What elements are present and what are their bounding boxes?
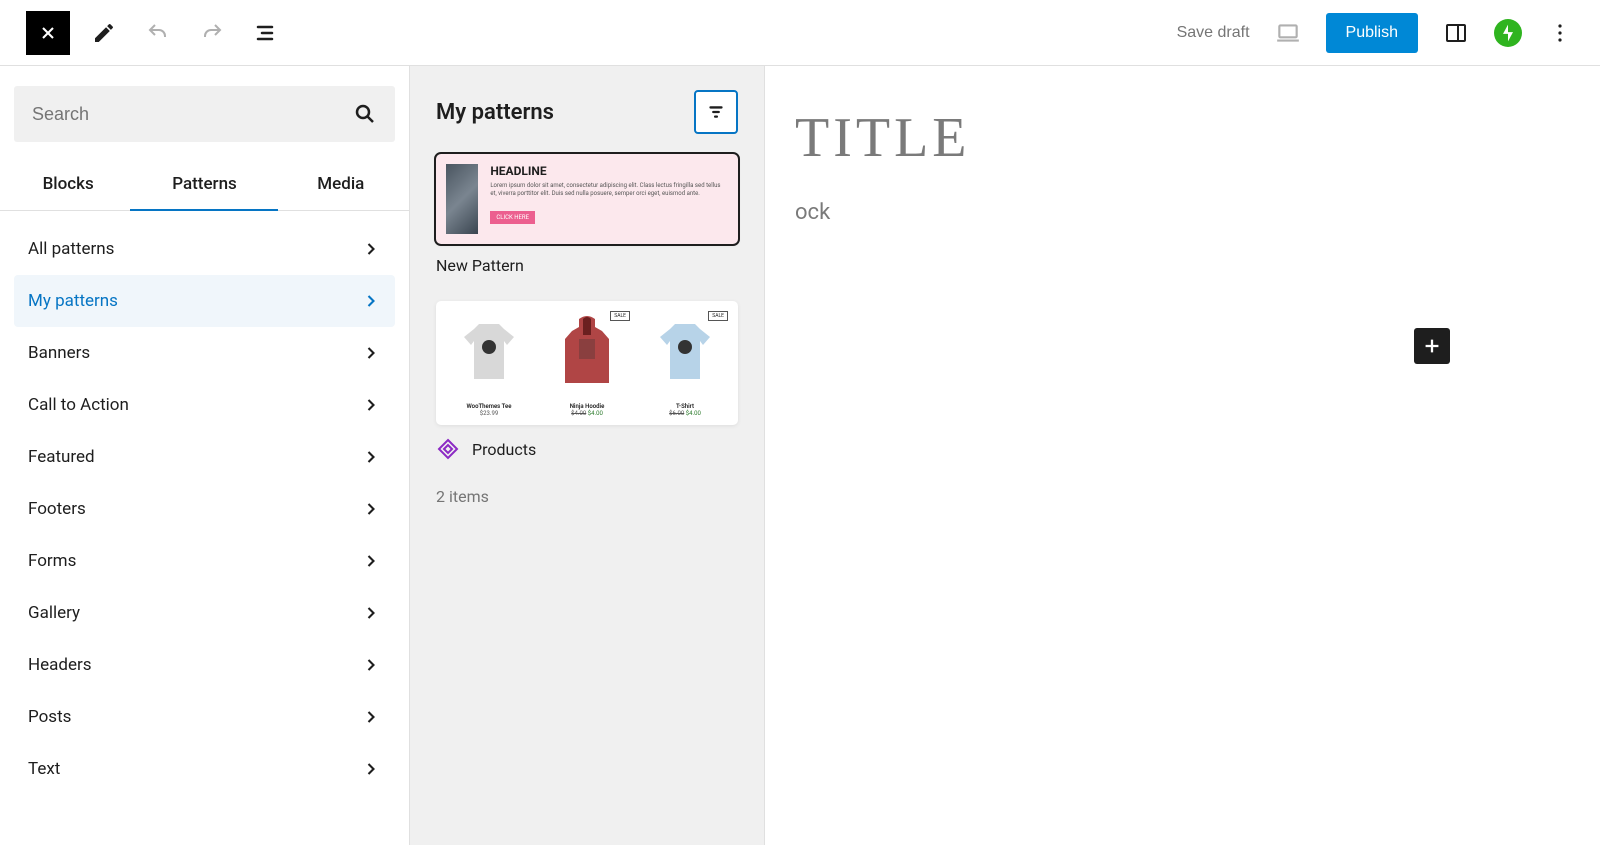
chevron-right-icon (361, 343, 381, 363)
product-item: WooThemes Tee$23.99 (444, 309, 534, 417)
chevron-right-icon (361, 707, 381, 727)
save-draft-button[interactable]: Save draft (1177, 24, 1250, 42)
panel-title: My patterns (436, 100, 554, 125)
block-placeholder-fragment[interactable]: ock (795, 200, 1570, 225)
undo-button[interactable] (138, 13, 178, 53)
chevron-right-icon (361, 291, 381, 311)
top-toolbar: Save draft Publish (0, 0, 1600, 66)
synced-icon (436, 437, 460, 461)
category-item[interactable]: Headers (14, 639, 395, 691)
post-title-placeholder[interactable]: TITLE (795, 106, 1570, 170)
tab-patterns[interactable]: Patterns (136, 162, 272, 210)
preview-body: Lorem ipsum dolor sit amet, consectetur … (490, 182, 728, 198)
preview-image (446, 164, 478, 234)
search-input[interactable] (32, 104, 353, 125)
kebab-icon (1548, 21, 1572, 45)
category-item[interactable]: Footers (14, 483, 395, 535)
settings-panel-button[interactable] (1436, 13, 1476, 53)
item-count: 2 items (436, 487, 738, 506)
chevron-right-icon (361, 603, 381, 623)
editor-canvas[interactable]: TITLE ock (765, 66, 1600, 845)
inserter-sidebar: Blocks Patterns Media All patternsMy pat… (0, 66, 410, 845)
close-icon (38, 23, 58, 43)
category-item[interactable]: Posts (14, 691, 395, 743)
preview-button[interactable] (1268, 13, 1308, 53)
close-button[interactable] (26, 11, 70, 55)
main-area: Blocks Patterns Media All patternsMy pat… (0, 66, 1600, 845)
filter-icon (705, 101, 727, 123)
chevron-right-icon (361, 447, 381, 467)
category-item[interactable]: Featured (14, 431, 395, 483)
category-item[interactable]: My patterns (14, 275, 395, 327)
pencil-icon (92, 21, 116, 45)
search-box[interactable] (14, 86, 395, 142)
pattern-card-new-pattern[interactable]: HEADLINE Lorem ipsum dolor sit amet, con… (436, 154, 738, 244)
preview-cta: CLICK HERE (490, 211, 535, 224)
redo-icon (200, 21, 224, 45)
category-item[interactable]: Call to Action (14, 379, 395, 431)
tab-blocks[interactable]: Blocks (0, 162, 136, 210)
tab-media[interactable]: Media (273, 162, 409, 210)
inserter-tabs: Blocks Patterns Media (0, 162, 409, 211)
jetpack-icon (1498, 23, 1518, 43)
undo-icon (146, 21, 170, 45)
chevron-right-icon (361, 499, 381, 519)
chevron-right-icon (361, 655, 381, 675)
document-overview-button[interactable] (246, 13, 286, 53)
search-icon (353, 102, 377, 126)
jetpack-button[interactable] (1494, 19, 1522, 47)
redo-button[interactable] (192, 13, 232, 53)
publish-button[interactable]: Publish (1326, 13, 1418, 53)
chevron-right-icon (361, 395, 381, 415)
preview-headline: HEADLINE (490, 164, 728, 178)
edit-button[interactable] (84, 13, 124, 53)
filter-button[interactable] (694, 90, 738, 134)
options-button[interactable] (1540, 13, 1580, 53)
pattern-label: New Pattern (436, 256, 738, 275)
category-item[interactable]: Text (14, 743, 395, 795)
category-item[interactable]: Gallery (14, 587, 395, 639)
product-item: SALET-Shirt$6.00 $4.00 (640, 309, 730, 417)
outline-icon (254, 21, 278, 45)
pattern-label: Products (436, 437, 738, 461)
category-list: All patternsMy patternsBannersCall to Ac… (0, 211, 409, 845)
chevron-right-icon (361, 759, 381, 779)
add-block-button[interactable] (1414, 328, 1450, 364)
chevron-right-icon (361, 551, 381, 571)
patterns-panel: My patterns HEADLINE Lorem ipsum dolor s… (410, 66, 765, 845)
category-item[interactable]: Banners (14, 327, 395, 379)
chevron-right-icon (361, 239, 381, 259)
product-item: SALENinja Hoodie$4.00 $4.00 (542, 309, 632, 417)
laptop-icon (1275, 20, 1301, 46)
pattern-card-products[interactable]: WooThemes Tee$23.99SALENinja Hoodie$4.00… (436, 301, 738, 425)
category-item[interactable]: All patterns (14, 223, 395, 275)
category-item[interactable]: Forms (14, 535, 395, 587)
sidebar-icon (1444, 21, 1468, 45)
plus-icon (1421, 335, 1443, 357)
